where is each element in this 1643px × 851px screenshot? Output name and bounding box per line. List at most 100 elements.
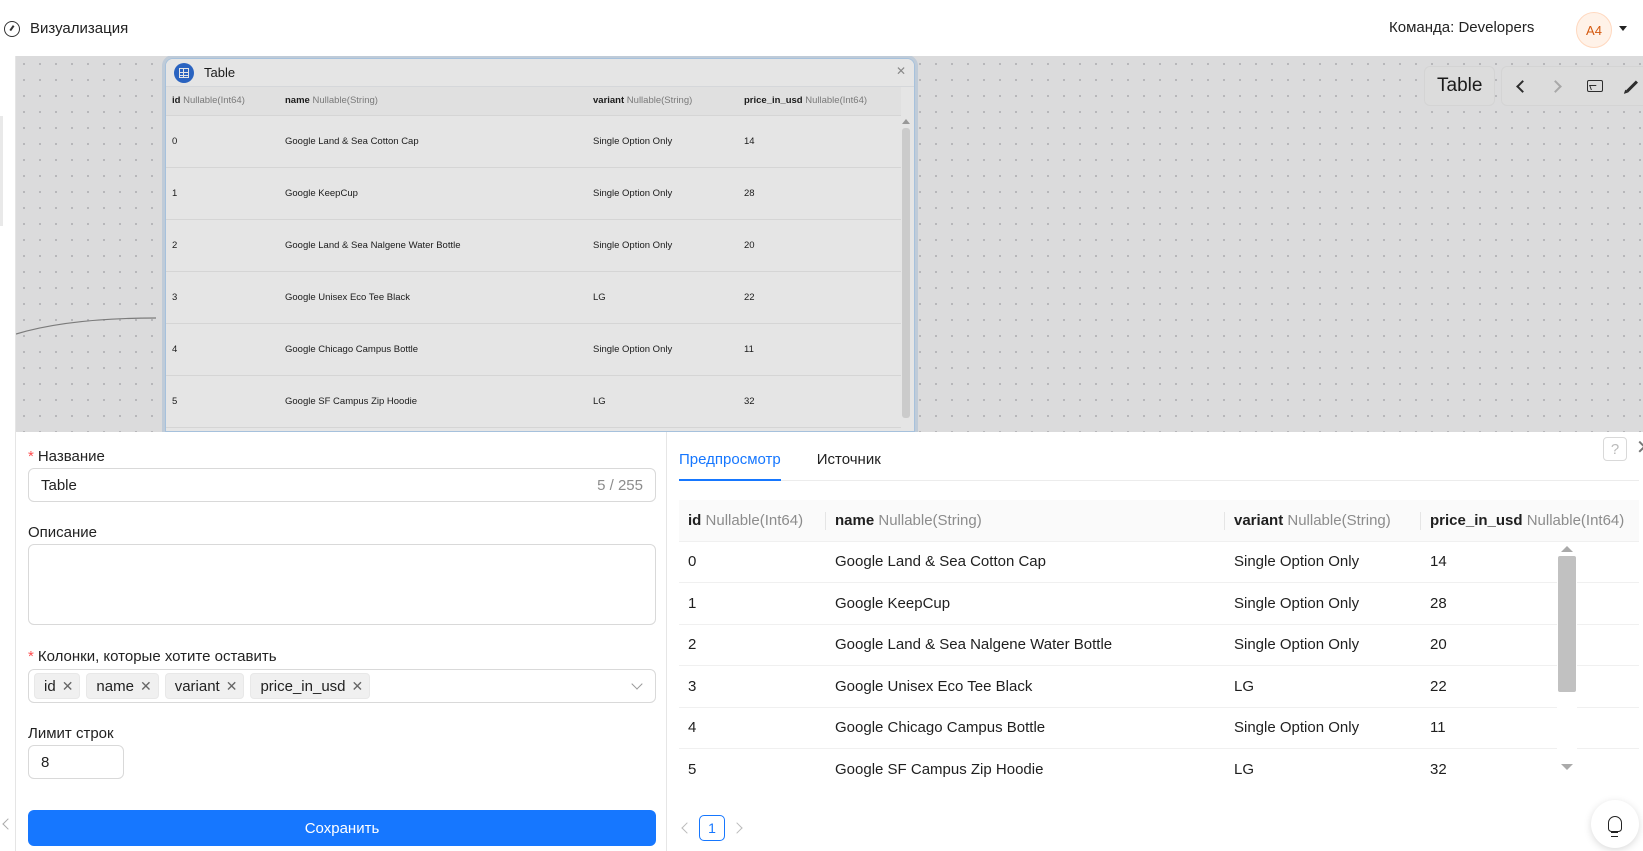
next-page-icon[interactable] [731, 822, 743, 834]
table-row[interactable]: 2 Google Land & Sea Nalgene Water Bottle S… [679, 624, 1639, 666]
table-row[interactable]: 5 Google SF Campus Zip Hoodie LG 32 [679, 748, 1639, 780]
column-tag: variant ✕ [164, 673, 245, 699]
column-tag-label: variant [174, 677, 220, 695]
column-tag: id ✕ [34, 673, 81, 699]
table-icon [174, 62, 194, 83]
table-row[interactable]: 2 Google Land & Sea Nalgene Water Bottle S… [166, 219, 901, 272]
columns-select[interactable]: id ✕ name ✕ variant ✕ price_in_usd ✕ [28, 669, 656, 703]
column-header-id: id Nullable(Int64) [166, 87, 279, 116]
table-cell: Google Unisex Eco Tee Black [826, 665, 1225, 708]
remove-tag-icon[interactable]: ✕ [226, 678, 238, 695]
scroll-up-icon[interactable] [902, 119, 910, 124]
tab-source[interactable]: Источник [817, 432, 881, 481]
table-row[interactable]: 4 Google Chicago Campus Bottle Single Opti… [679, 707, 1639, 749]
table-cell: 22 [1421, 665, 1639, 708]
table-cell: 22 [738, 271, 901, 324]
table-cell: 0 [166, 115, 279, 168]
tips-button[interactable] [1591, 800, 1639, 848]
column-header-variant: variant Nullable(String) [587, 87, 738, 116]
column-name: name [835, 511, 875, 529]
caret-down-icon[interactable] [1619, 26, 1627, 31]
node-header: Table ✕ [166, 59, 914, 87]
table-cell: Google Chicago Campus Bottle [826, 707, 1225, 749]
chevron-down-icon[interactable] [631, 678, 643, 690]
name-label: * Название [28, 448, 105, 465]
toolbar-actions [1501, 66, 1643, 106]
table-cell: 1 [166, 167, 279, 220]
name-field[interactable]: Table 5 / 255 [28, 468, 656, 502]
limit-label: Лимит строк [28, 725, 114, 742]
table-cell: 3 [679, 665, 826, 708]
node-data-table: id Nullable(Int64) name Nullable(String) v… [166, 87, 901, 428]
table-cell: Single Option Only [1225, 541, 1421, 583]
table-cell: 11 [1421, 707, 1639, 749]
table-cell: 11 [738, 323, 901, 376]
prev-page-icon[interactable] [681, 822, 693, 834]
table-node[interactable]: Table ✕ id Nullable(Int64) name Nullable(… [165, 58, 915, 432]
table-cell: 28 [738, 167, 901, 220]
prev-button[interactable] [1502, 66, 1539, 106]
tab-preview[interactable]: Предпросмотр [679, 432, 781, 481]
table-cell: 14 [738, 115, 901, 168]
table-row[interactable]: 1 Google KeepCup Single Option Only 28 [679, 582, 1639, 625]
column-tag: name ✕ [86, 673, 159, 699]
table-row[interactable]: 0 Google Land & Sea Cotton Cap Single Opti… [166, 115, 901, 168]
app-brand[interactable]: Визуализация [4, 20, 128, 37]
remove-tag-icon[interactable]: ✕ [140, 678, 152, 695]
table-cell: Google KeepCup [279, 167, 587, 220]
row-limit-input[interactable]: 8 [28, 745, 124, 779]
scroll-thumb[interactable] [1558, 556, 1576, 692]
scroll-thumb[interactable] [902, 128, 910, 418]
remove-tag-icon[interactable]: ✕ [62, 678, 74, 695]
description-label: Описание [28, 524, 98, 541]
column-name: price_in_usd [744, 95, 803, 107]
table-row[interactable]: 3 Google Unisex Eco Tee Black LG 22 [679, 665, 1639, 708]
team-selector[interactable]: Команда: Developers [1389, 19, 1534, 36]
table-cell: Single Option Only [1225, 624, 1421, 666]
chevron-right-icon [1549, 79, 1563, 93]
table-cell: 3 [166, 271, 279, 324]
table-cell: 2 [166, 219, 279, 272]
table-cell: Google Land & Sea Nalgene Water Bottle [826, 624, 1225, 666]
save-button[interactable]: Сохранить [28, 810, 656, 846]
table-row[interactable]: 0 Google Land & Sea Cotton Cap Single Opti… [679, 541, 1639, 583]
table-cell: 0 [679, 541, 826, 583]
table-cell: Google Land & Sea Cotton Cap [279, 115, 587, 168]
chevron-left-icon [1516, 79, 1530, 93]
pencil-icon [1625, 79, 1638, 93]
close-panel-icon[interactable]: ✕ [1636, 435, 1643, 460]
table-row[interactable]: 3 Google Unisex Eco Tee Black LG 22 [166, 271, 901, 324]
edit-button[interactable] [1613, 66, 1643, 106]
preview-table: id Nullable(Int64) name Nullable(String) v… [679, 500, 1639, 780]
column-header-id: id Nullable(Int64) [679, 500, 826, 542]
preview-tabs: Предпросмотр Источник [679, 432, 1639, 481]
description-textarea[interactable] [28, 544, 656, 625]
preview-scrollbar[interactable] [1557, 542, 1577, 780]
table-row[interactable]: 4 Google Chicago Campus Bottle Single Opti… [166, 323, 901, 376]
page-number[interactable]: 1 [699, 815, 725, 841]
next-button[interactable] [1539, 66, 1576, 106]
pagination: 1 [679, 815, 743, 841]
table-cell: LG [1225, 665, 1421, 708]
table-cell: 20 [738, 219, 901, 272]
close-icon[interactable]: ✕ [896, 64, 906, 78]
image-button[interactable] [1576, 66, 1613, 106]
column-type: Nullable(String) [312, 95, 378, 107]
connection-edge [16, 317, 157, 335]
table-cell: 32 [1421, 748, 1639, 780]
help-button[interactable]: ? [1603, 437, 1627, 461]
column-tag-label: price_in_usd [260, 677, 346, 695]
column-name: id [172, 95, 181, 107]
scroll-up-icon[interactable] [1561, 546, 1573, 552]
flow-canvas[interactable]: > Table ✕ id Nullable(Int64)name Nullabl… [16, 56, 1643, 432]
table-row[interactable]: 1 Google KeepCup Single Option Only 28 [166, 167, 901, 220]
table-cell: 1 [679, 582, 826, 625]
table-row[interactable]: 5 Google SF Campus Zip Hoodie LG 32 [166, 375, 901, 428]
scroll-down-icon[interactable] [1561, 764, 1573, 770]
column-name: variant [1234, 511, 1284, 529]
remove-tag-icon[interactable]: ✕ [352, 678, 364, 695]
avatar[interactable]: A4 [1576, 12, 1612, 48]
node-title: Table [204, 65, 236, 80]
node-scrollbar[interactable] [901, 117, 911, 431]
left-sidebar-strip [0, 56, 16, 851]
